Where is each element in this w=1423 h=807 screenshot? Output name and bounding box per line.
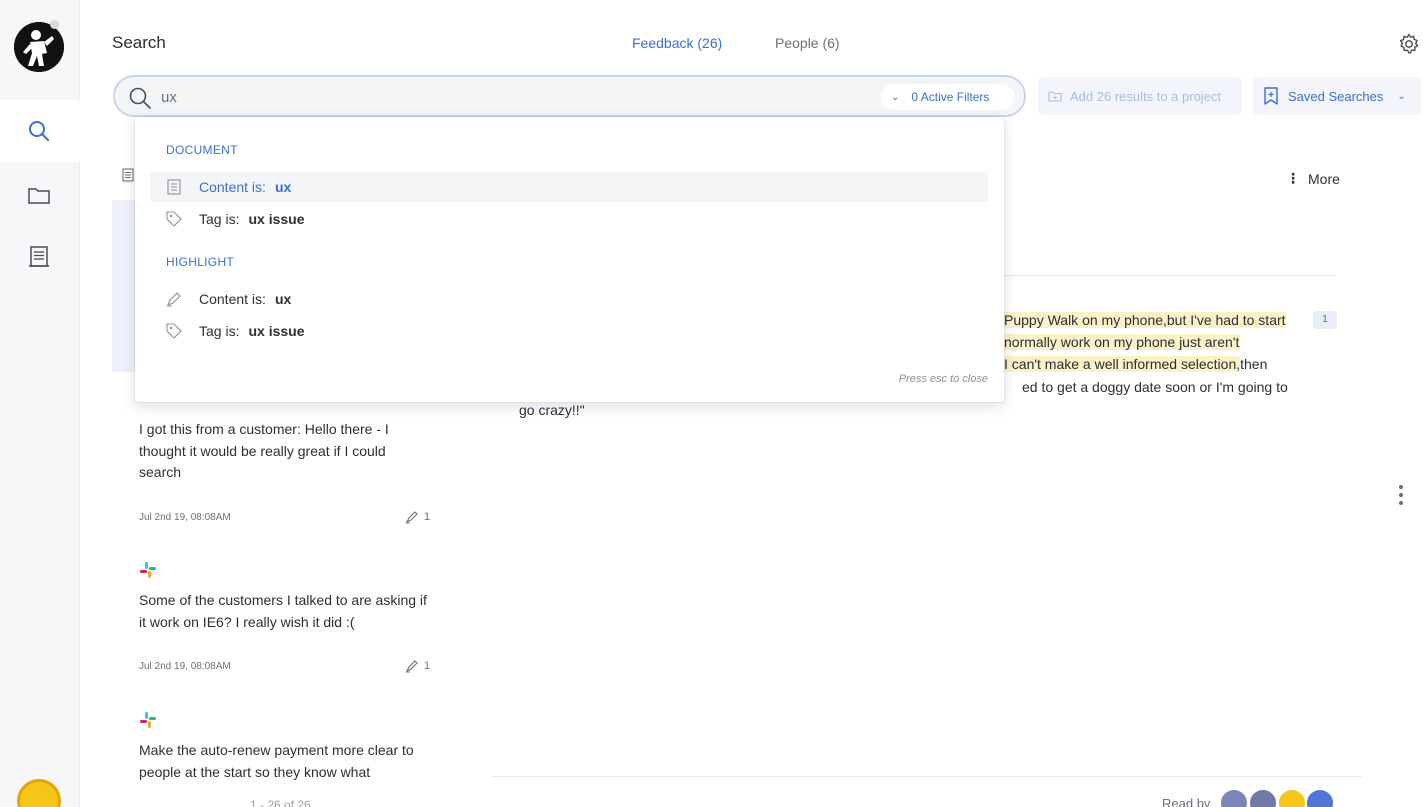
nav-item-projects[interactable] [0, 170, 80, 220]
section-header-document: DOCUMENT [166, 143, 238, 157]
chevron-down-icon: ⌄ [891, 91, 900, 103]
search-icon [129, 87, 151, 109]
search-icon [29, 121, 49, 141]
sidebar [0, 0, 80, 807]
slack-icon [140, 712, 156, 728]
slack-icon [140, 562, 156, 578]
suggestion-highlight-tag[interactable]: Tag is: ux issue [150, 316, 988, 346]
saved-searches-button[interactable]: Saved Searches ⌄ [1253, 77, 1421, 115]
highlight-count-value: 1 [424, 511, 431, 523]
divider [490, 776, 1362, 777]
highlight-count-badge[interactable]: 1 [1313, 311, 1337, 329]
search-bar: ⌄ 0 Active Filters [113, 75, 1026, 117]
suggestion-label: Content is: [199, 291, 266, 307]
selected-card-background [112, 200, 136, 372]
pagination-label: 1 - 26 of 26 [250, 798, 311, 807]
user-avatar[interactable] [17, 779, 61, 807]
list-item-date: Jul 2nd 19, 08:08AM [139, 661, 231, 672]
gear-icon[interactable] [1397, 32, 1421, 56]
highlight-count: 1 [405, 659, 430, 673]
nav-item-search[interactable] [0, 100, 80, 162]
detail-text-line: I can't make a well informed selection,t… [1004, 353, 1267, 375]
page-title: Search [112, 33, 166, 52]
nav-item-documents[interactable] [0, 232, 80, 282]
active-filters-label: 0 Active Filters [911, 90, 990, 104]
search-input[interactable] [161, 86, 861, 108]
tab-people[interactable]: People (6) [775, 35, 840, 51]
suggestion-value: ux issue [248, 211, 305, 227]
chevron-down-icon: ⌄ [1397, 90, 1406, 102]
list-item-text: Make the auto-renew payment more clear t… [139, 742, 414, 780]
document-icon [29, 246, 49, 267]
tag-icon [166, 211, 182, 227]
highlighter-icon [167, 292, 181, 307]
active-filters-button[interactable]: ⌄ 0 Active Filters [881, 84, 1014, 110]
highlighted-text[interactable]: normally work on my phone just aren't [1004, 334, 1240, 350]
suggestion-label: Tag is: [199, 211, 240, 227]
reader-avatar[interactable] [1277, 788, 1307, 807]
document-icon [167, 179, 181, 195]
add-results-label: Add 26 results to a project [1070, 88, 1222, 104]
highlighted-text[interactable]: Puppy Walk on my phone,but I've had to s… [1004, 312, 1286, 328]
search-suggestions-dropdown: DOCUMENT Content is: ux Tag is: ux issue… [135, 117, 1004, 402]
more-button[interactable]: ⋮ More [1286, 170, 1340, 187]
kebab-menu-icon[interactable] [1398, 484, 1404, 506]
suggestion-document-tag[interactable]: Tag is: ux issue [150, 204, 988, 234]
highlighted-text[interactable]: I can't make a well informed selection, [1004, 356, 1241, 372]
read-by-label: Read by [1162, 796, 1211, 807]
highlight-count-value: 1 [424, 660, 431, 672]
suggestion-label: Content is: [199, 179, 266, 195]
section-header-highlight: HIGHLIGHT [166, 255, 235, 269]
status-dot [50, 20, 59, 29]
tag-icon [166, 323, 182, 339]
bookmark-icon [1264, 87, 1278, 105]
document-icon [122, 168, 134, 182]
app-logo[interactable] [14, 22, 64, 72]
list-item-text: Some of the customers I talked to are as… [139, 592, 427, 630]
more-label: More [1308, 170, 1340, 187]
detail-text-line: normally work on my phone just aren't [1004, 331, 1240, 353]
highlighter-icon [405, 511, 418, 524]
dropdown-hint: Press esc to close [898, 373, 988, 385]
suggestion-value: ux [274, 179, 292, 195]
reader-avatar[interactable] [1248, 788, 1278, 807]
folder-add-icon [1048, 91, 1062, 102]
folder-icon [28, 188, 50, 204]
add-results-to-project-button[interactable]: Add 26 results to a project [1038, 77, 1242, 115]
saved-searches-label: Saved Searches [1288, 88, 1384, 104]
reader-avatar[interactable] [1305, 788, 1335, 807]
suggestion-label: Tag is: [199, 323, 240, 339]
highlighter-icon [405, 660, 418, 673]
list-item-date: Jul 2nd 19, 08:08AM [139, 512, 231, 523]
astronaut-logo-icon [14, 22, 64, 72]
reader-avatar[interactable] [1219, 788, 1249, 807]
suggestion-document-content[interactable]: Content is: ux [150, 172, 988, 202]
suggestion-value: ux [274, 291, 292, 307]
suggestion-highlight-content[interactable]: Content is: ux [150, 284, 988, 314]
detail-text-line: Puppy Walk on my phone,but I've had to s… [1004, 309, 1286, 331]
list-item-text: I got this from a customer: Hello there … [139, 421, 389, 480]
divider [1004, 275, 1336, 276]
detail-text-line: ed to get a doggy date soon or I'm going… [1022, 379, 1288, 395]
detail-text-line: go crazy!!" [519, 402, 585, 418]
tab-feedback[interactable]: Feedback (26) [632, 35, 722, 51]
more-vertical-icon: ⋮ [1286, 170, 1300, 186]
suggestion-value: ux issue [248, 323, 305, 339]
highlight-count: 1 [405, 510, 430, 524]
detail-text: then [1240, 356, 1268, 372]
app: Search Feedback (26) People (6) ⌄ 0 Acti… [0, 0, 1423, 807]
